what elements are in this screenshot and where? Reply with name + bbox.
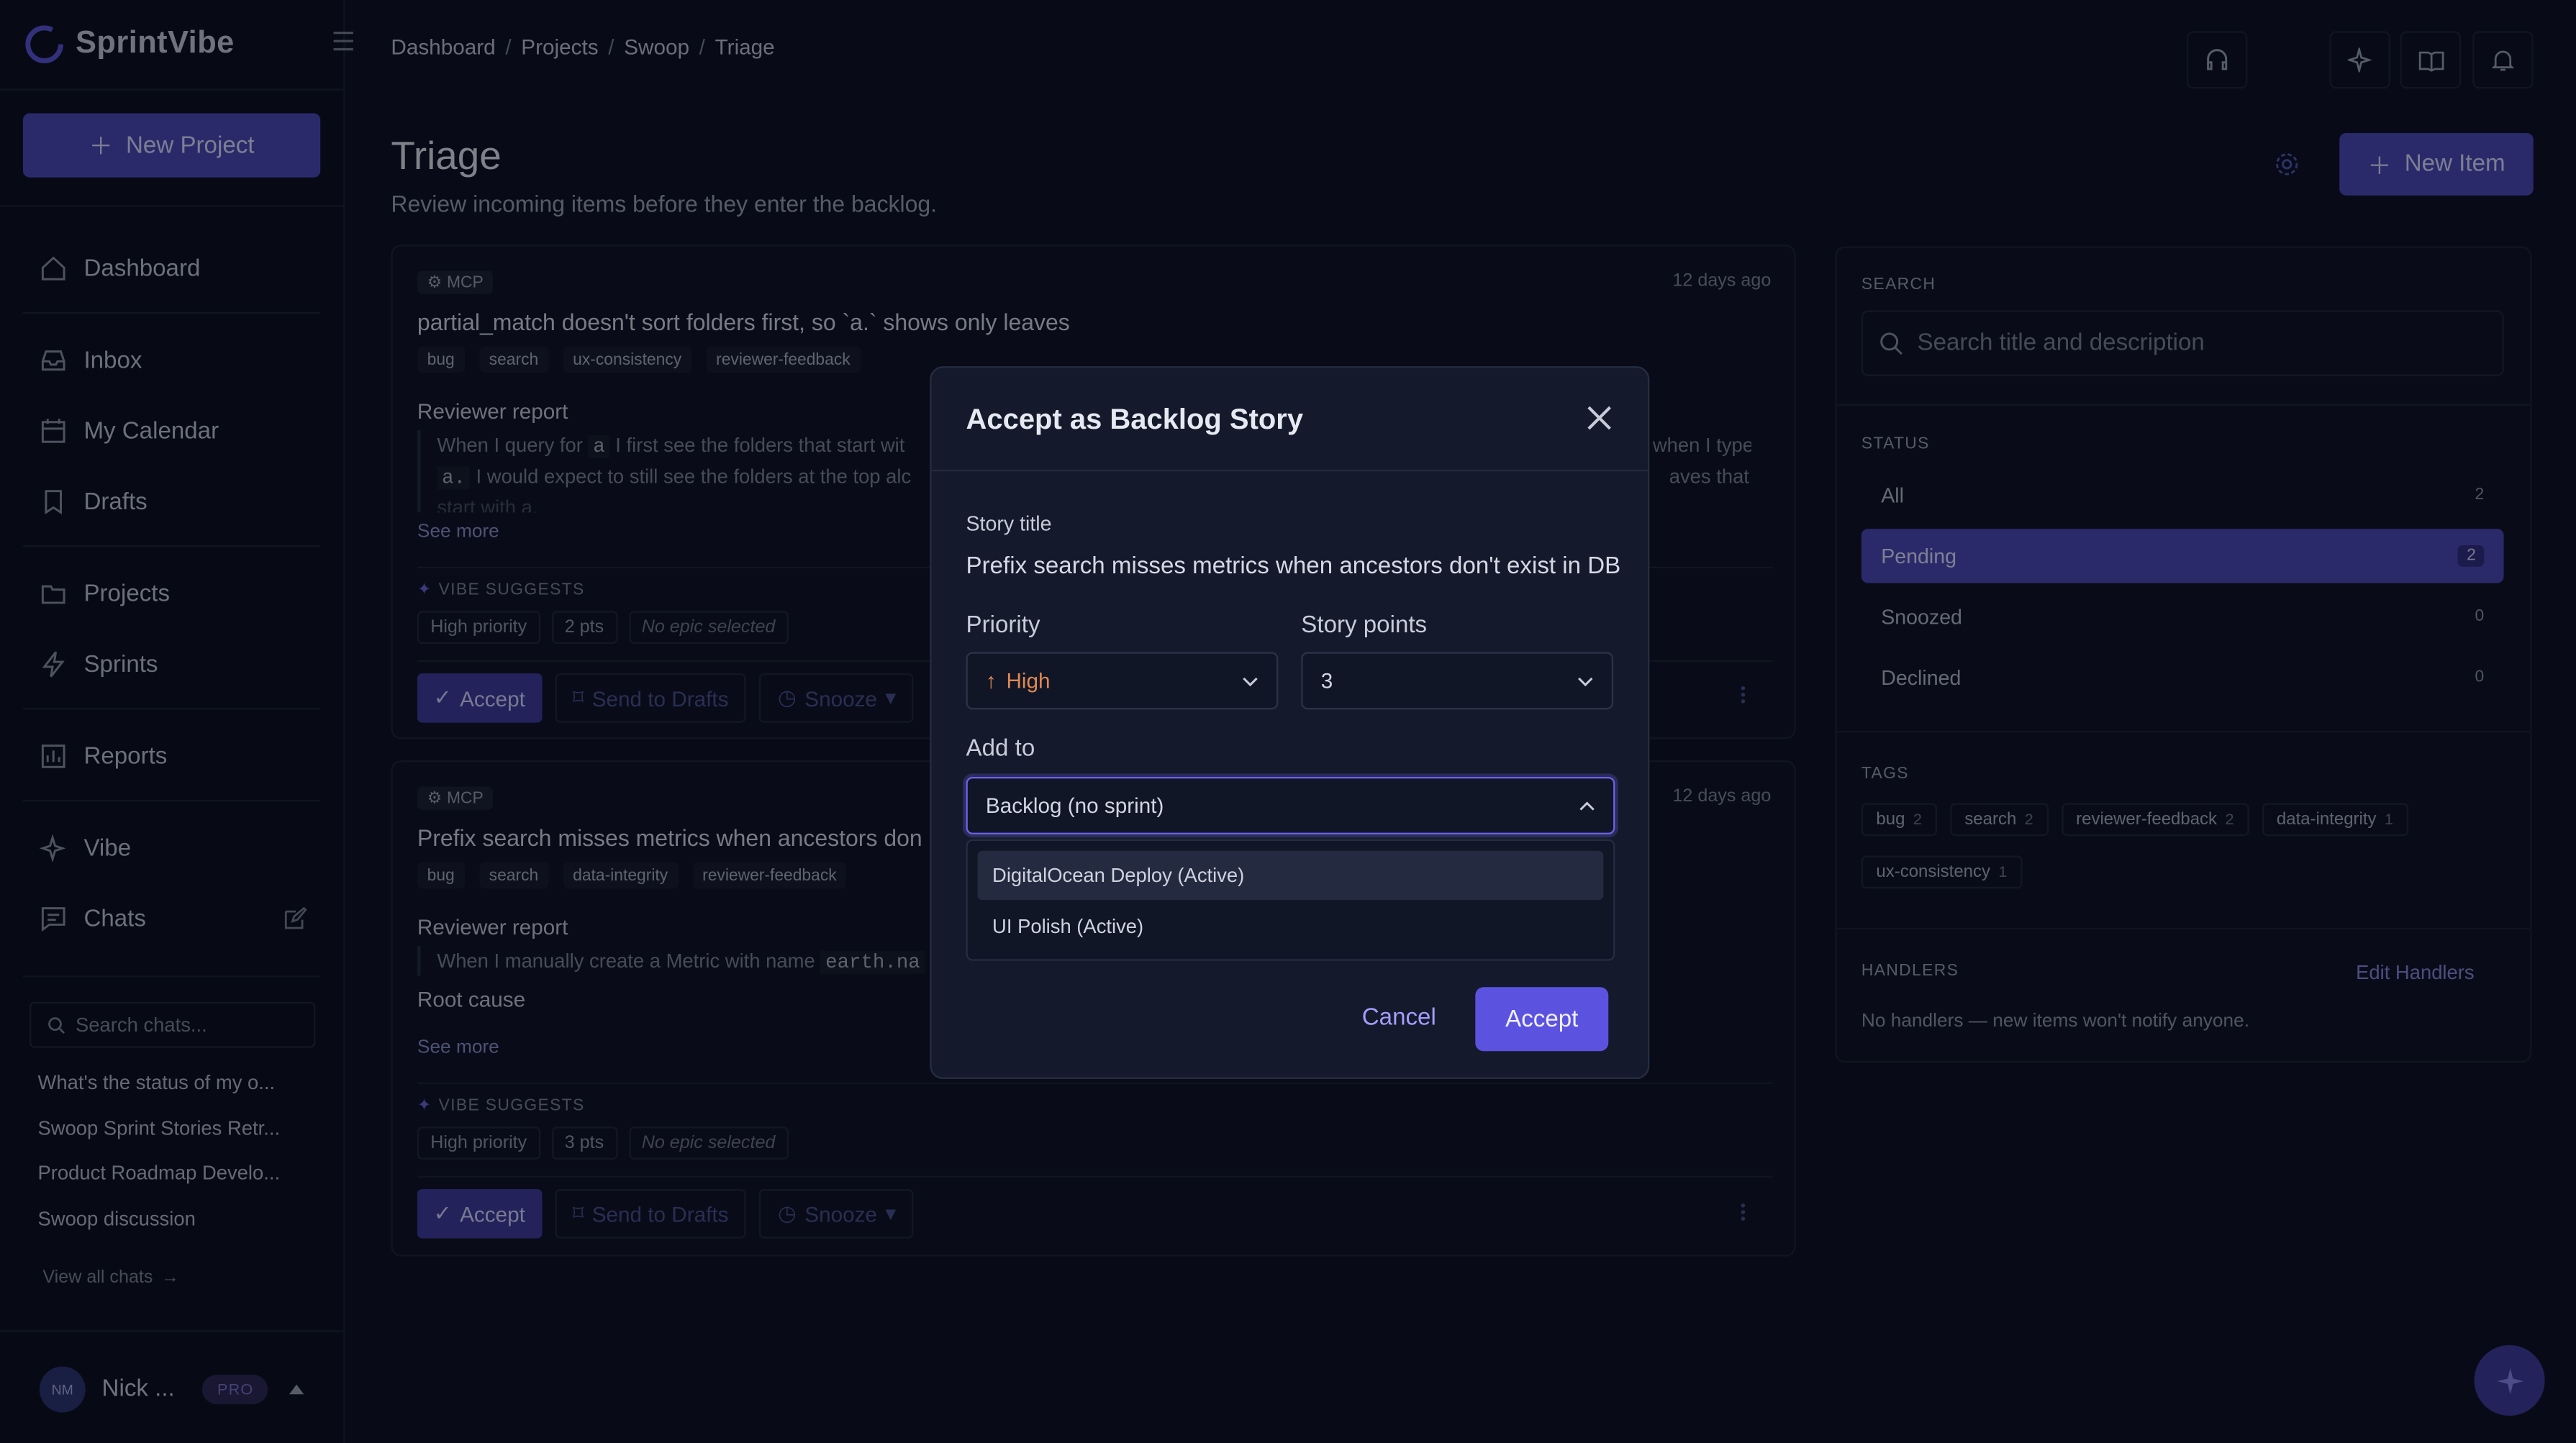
accept-submit-button[interactable]: Accept	[1475, 987, 1609, 1052]
dialog-title: Accept as Backlog Story	[966, 402, 1304, 436]
sprint-option[interactable]: UI Polish (Active)	[978, 901, 1604, 950]
story-points-label: Story points	[1301, 612, 1428, 639]
priority-select[interactable]: ↑ High	[966, 652, 1279, 710]
arrow-up-icon: ↑	[985, 668, 997, 693]
story-points-select[interactable]: 3	[1301, 652, 1614, 710]
close-icon[interactable]	[1585, 404, 1613, 432]
chevron-down-icon	[1243, 676, 1258, 686]
accept-dialog: Accept as Backlog Story Story title Pref…	[930, 366, 1650, 1080]
add-to-select[interactable]: Backlog (no sprint)	[966, 776, 1615, 834]
sprint-option[interactable]: DigitalOcean Deploy (Active)	[977, 850, 1604, 901]
divider	[931, 469, 1648, 472]
story-title-label: Story title	[966, 512, 1052, 536]
cancel-button[interactable]: Cancel	[1362, 1005, 1436, 1032]
chevron-up-icon	[1579, 801, 1595, 810]
sprint-dropdown: DigitalOcean Deploy (Active) UI Polish (…	[966, 839, 1615, 961]
story-title-value[interactable]: Prefix search misses metrics when ancest…	[966, 553, 1621, 580]
chevron-down-icon	[1578, 676, 1593, 686]
priority-label: Priority	[966, 612, 1040, 639]
add-to-label: Add to	[966, 735, 1035, 763]
